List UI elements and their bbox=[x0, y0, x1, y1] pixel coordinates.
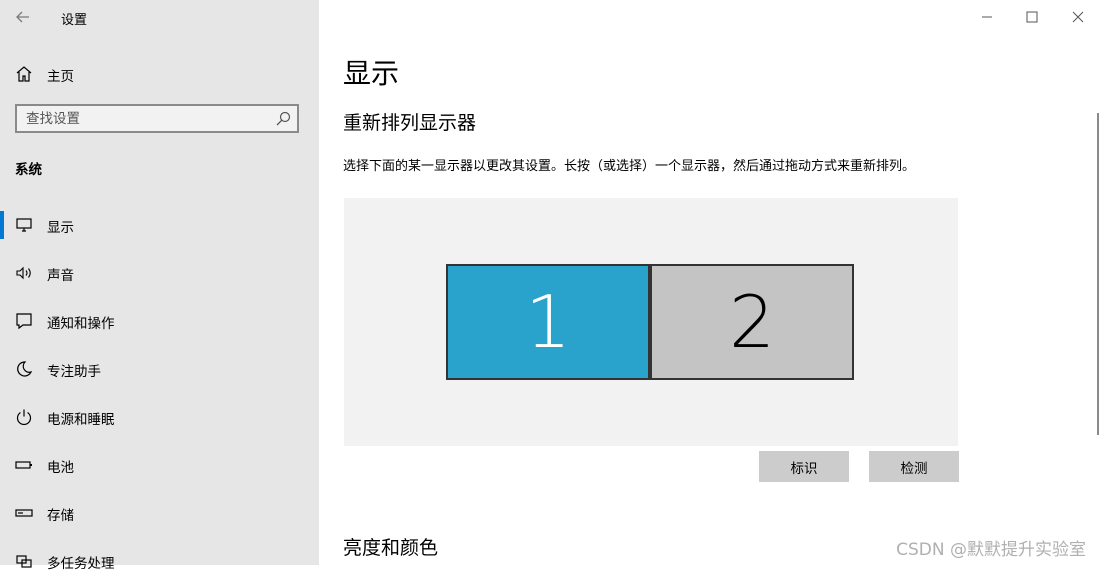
selected-indicator bbox=[0, 211, 4, 239]
storage-icon bbox=[15, 509, 33, 517]
battery-icon bbox=[15, 461, 32, 469]
identify-button[interactable]: 标识 bbox=[759, 451, 849, 482]
display-arrangement-panel: 1 2 bbox=[344, 198, 958, 446]
section-label: 系统 bbox=[15, 162, 42, 178]
speaker-icon bbox=[16, 266, 31, 280]
sidebar-item-notifications[interactable]: 通知和操作 bbox=[0, 301, 319, 341]
sidebar-item-storage[interactable]: 存储 bbox=[0, 493, 319, 533]
app-title: 设置 bbox=[61, 13, 88, 28]
main-content: 显示 重新排列显示器 选择下面的某一显示器以更改其设置。长按（或选择）一个显示器… bbox=[319, 0, 1100, 565]
watermark: CSDN @默默提升实验室 bbox=[896, 540, 1086, 560]
sidebar-item-label: 电源和睡眠 bbox=[47, 412, 115, 428]
brightness-color-title: 亮度和颜色 bbox=[343, 537, 439, 559]
sidebar-item-label: 存储 bbox=[47, 508, 74, 524]
sidebar-item-label: 专注助手 bbox=[47, 364, 101, 380]
monitor-2[interactable]: 2 bbox=[650, 264, 854, 380]
sidebar-item-label: 显示 bbox=[47, 220, 74, 236]
sidebar-item-label: 声音 bbox=[47, 268, 74, 284]
scrollbar[interactable] bbox=[1097, 113, 1099, 435]
sidebar-item-home[interactable]: 主页 bbox=[0, 58, 319, 90]
sidebar-item-battery[interactable]: 电池 bbox=[0, 445, 319, 485]
monitor-icon bbox=[16, 218, 32, 232]
notification-icon bbox=[16, 313, 32, 330]
sidebar-item-display[interactable]: 显示 bbox=[0, 205, 319, 245]
sidebar: 设置 主页 系统 显示 声音 通知和操作 bbox=[0, 0, 319, 572]
multitasking-icon bbox=[16, 555, 32, 568]
sidebar-item-focus-assist[interactable]: 专注助手 bbox=[0, 349, 319, 389]
rearrange-title: 重新排列显示器 bbox=[343, 112, 477, 134]
sidebar-item-label: 多任务处理 bbox=[47, 556, 115, 572]
search-icon[interactable] bbox=[274, 110, 292, 128]
back-arrow-icon bbox=[16, 11, 29, 23]
back-button[interactable] bbox=[12, 6, 36, 28]
search-input[interactable] bbox=[17, 106, 276, 131]
sidebar-item-label: 主页 bbox=[47, 69, 74, 85]
sidebar-item-power-sleep[interactable]: 电源和睡眠 bbox=[0, 397, 319, 437]
sidebar-item-label: 电池 bbox=[47, 460, 74, 476]
detect-button[interactable]: 检测 bbox=[869, 451, 959, 482]
titlebar: 设置 bbox=[0, 0, 319, 34]
sidebar-item-multitasking[interactable]: 多任务处理 bbox=[0, 541, 319, 581]
power-icon bbox=[16, 409, 32, 426]
search-box[interactable] bbox=[15, 104, 299, 133]
home-icon bbox=[16, 66, 32, 82]
rearrange-description: 选择下面的某一显示器以更改其设置。长按（或选择）一个显示器，然后通过拖动方式来重… bbox=[343, 159, 916, 174]
page-title: 显示 bbox=[343, 57, 400, 90]
moon-icon bbox=[17, 361, 33, 377]
monitor-1[interactable]: 1 bbox=[446, 264, 650, 380]
sidebar-item-label: 通知和操作 bbox=[47, 316, 115, 332]
sidebar-item-sound[interactable]: 声音 bbox=[0, 253, 319, 293]
